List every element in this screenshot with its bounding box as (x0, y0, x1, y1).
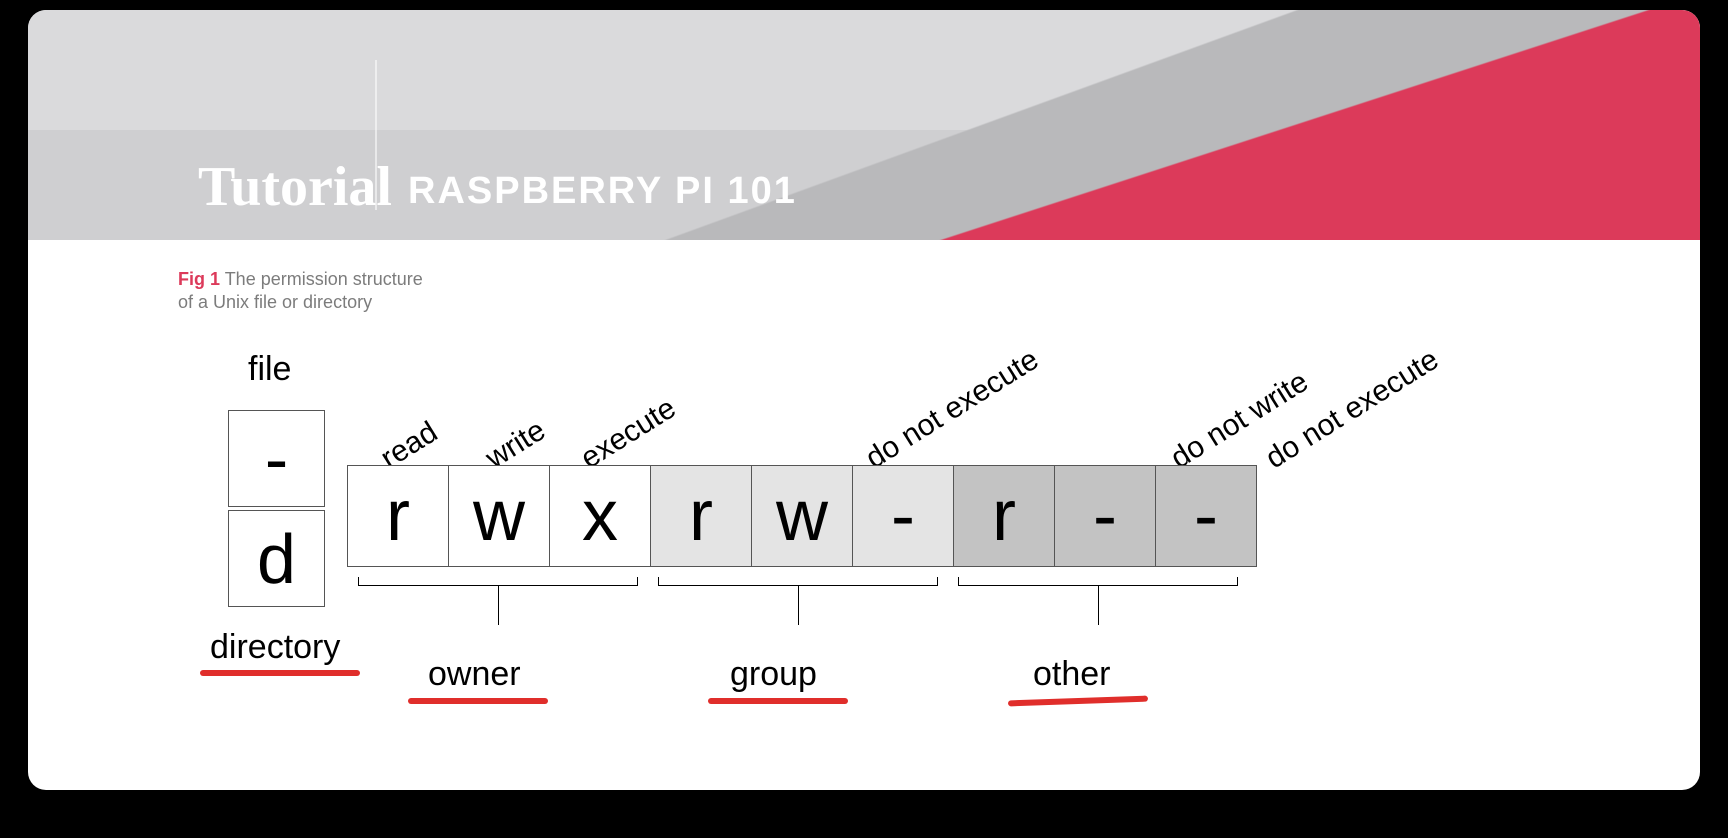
perm-top-label-3: do not execute (860, 343, 1045, 476)
group-label-group: group (730, 655, 817, 694)
bracket-owner (358, 585, 638, 613)
perm-cell-6: r (953, 465, 1055, 567)
header-band-top (28, 10, 1700, 130)
permission-row: rwxrw-r-- (348, 465, 1257, 567)
bracket-other (958, 585, 1238, 613)
perm-cell-3: r (650, 465, 752, 567)
caption-line2: of a Unix file or directory (178, 292, 372, 312)
underline-group (708, 698, 848, 704)
perm-cell-1: w (448, 465, 550, 567)
file-label: file (248, 350, 291, 389)
header: Tutorial RASPBERRY PI 101 (28, 10, 1700, 240)
file-box-d: d (228, 510, 325, 607)
figure-caption: Fig 1 The permission structure of a Unix… (178, 268, 423, 313)
underline-other (1008, 696, 1148, 707)
group-label-owner: owner (428, 655, 521, 694)
caption-lead: Fig 1 (178, 269, 220, 289)
file-box-dash: - (228, 410, 325, 507)
permission-diagram: file - d directory readwriteexecutedo no… (178, 310, 1640, 770)
perm-top-label-2: execute (575, 391, 682, 476)
underline-directory (200, 670, 360, 676)
perm-cell-2: x (549, 465, 651, 567)
caption-line1: The permission structure (220, 269, 423, 289)
perm-cell-0: r (347, 465, 449, 567)
perm-cell-5: - (852, 465, 954, 567)
underline-owner (408, 698, 548, 704)
tutorial-logo: Tutorial (198, 155, 392, 219)
perm-cell-8: - (1155, 465, 1257, 567)
perm-cell-7: - (1054, 465, 1156, 567)
page-title: RASPBERRY PI 101 (408, 170, 797, 213)
tutorial-card: Tutorial RASPBERRY PI 101 Fig 1 The perm… (28, 10, 1700, 790)
bracket-group (658, 585, 938, 613)
perm-cell-4: w (751, 465, 853, 567)
group-label-other: other (1033, 655, 1111, 694)
directory-label: directory (210, 628, 340, 667)
